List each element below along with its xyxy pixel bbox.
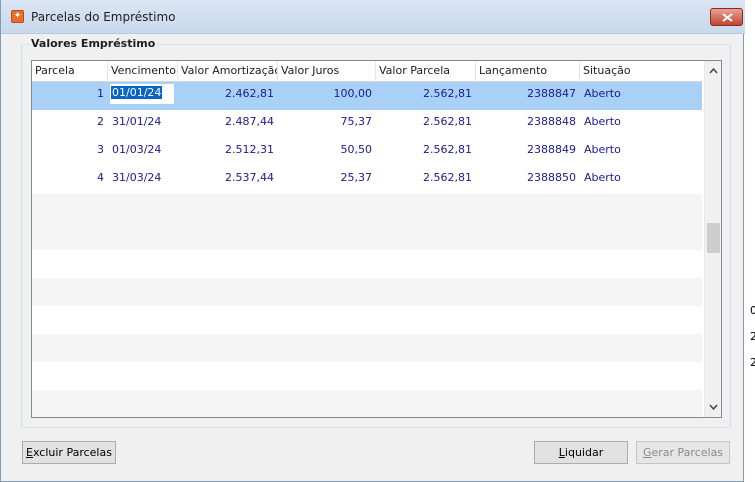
delete-installments-button[interactable]: Excluir Parcelas — [22, 441, 116, 464]
empty-row — [32, 306, 702, 334]
cell-situacao: Aberto — [584, 87, 621, 100]
date-editor[interactable]: 01/01/24 — [110, 84, 174, 104]
background-text: 0 — [750, 304, 755, 317]
cell-amortizacao: 2.487,44 — [225, 115, 274, 128]
cell-vencimento: 31/03/24 — [112, 171, 162, 184]
table-row[interactable]: 4 31/03/24 2.537,44 25,37 2.562,81 23888… — [32, 166, 702, 194]
cell-vencimento: 01/01/24 — [111, 86, 163, 99]
cell-juros: 25,37 — [340, 171, 373, 184]
empty-row — [32, 334, 702, 362]
table-row[interactable]: 1 01/01/24 2.462,81 100,00 2.562,81 2388… — [32, 82, 702, 110]
cell-juros: 75,37 — [340, 115, 373, 128]
cell-lancamento: 2388849 — [527, 143, 576, 156]
window-title: Parcelas do Empréstimo — [31, 10, 176, 24]
title-bar[interactable]: ✦ Parcelas do Empréstimo — [1, 0, 745, 34]
settle-button[interactable]: Liquidar — [534, 441, 628, 464]
cell-vencimento: 01/03/24 — [112, 143, 162, 156]
column-header-valor-juros[interactable]: Valor Juros — [278, 61, 376, 82]
accelerator-key: E — [26, 446, 33, 459]
column-header-vencimento[interactable]: Vencimento — [108, 61, 178, 82]
loan-installments-window: ✦ Parcelas do Empréstimo Valores Emprést… — [0, 0, 745, 482]
close-icon — [722, 13, 733, 22]
button-label: xcluir Parcelas — [32, 446, 112, 459]
scroll-up-button[interactable] — [705, 61, 721, 81]
cell-vencimento: 31/01/24 — [112, 115, 162, 128]
column-header-parcela[interactable]: Parcela — [32, 61, 108, 82]
close-button[interactable] — [710, 8, 743, 26]
group-label: Valores Empréstimo — [29, 37, 158, 50]
cell-valor-parcela: 2.562,81 — [423, 171, 472, 184]
column-header-valor-parcela[interactable]: Valor Parcela — [376, 61, 476, 82]
cell-valor-parcela: 2.562,81 — [423, 87, 472, 100]
chevron-up-icon — [709, 67, 718, 74]
cell-lancamento: 2388850 — [527, 171, 576, 184]
background-text: 2 — [750, 356, 755, 369]
empty-row — [32, 390, 702, 417]
app-icon: ✦ — [11, 10, 24, 23]
column-header-lancamento[interactable]: Lançamento — [476, 61, 580, 82]
table-row[interactable]: 3 01/03/24 2.512,31 50,50 2.562,81 23888… — [32, 138, 702, 166]
empty-row — [32, 250, 702, 278]
cell-situacao: Aberto — [584, 143, 621, 156]
empty-row — [32, 194, 702, 222]
column-header-valor-amortizacao[interactable]: Valor Amortização — [178, 61, 278, 82]
cell-parcela: 4 — [97, 171, 104, 184]
cell-parcela: 3 — [97, 143, 104, 156]
cell-parcela: 2 — [97, 115, 104, 128]
cell-amortizacao: 2.512,31 — [225, 143, 274, 156]
scroll-down-button[interactable] — [705, 397, 721, 417]
empty-row — [32, 362, 702, 390]
button-label: erar Parcelas — [651, 446, 724, 459]
cell-amortizacao: 2.537,44 — [225, 171, 274, 184]
vertical-scrollbar[interactable] — [704, 61, 721, 417]
button-label: iquidar — [564, 446, 604, 459]
cell-situacao: Aberto — [584, 115, 621, 128]
grid-header: Parcela Vencimento Valor Amortização Val… — [32, 61, 702, 82]
cell-lancamento: 2388848 — [527, 115, 576, 128]
vencimento-edit-field[interactable]: 01/01/24 — [108, 82, 178, 110]
cell-valor-parcela: 2.562,81 — [423, 115, 472, 128]
cell-juros: 50,50 — [340, 143, 373, 156]
column-header-situacao[interactable]: Situação — [580, 61, 702, 82]
cell-juros: 100,00 — [333, 87, 373, 100]
empty-row — [32, 278, 702, 306]
cell-lancamento: 2388847 — [527, 87, 576, 100]
generate-installments-button[interactable]: Gerar Parcelas — [636, 441, 730, 464]
scrollbar-thumb[interactable] — [707, 223, 720, 253]
installments-grid[interactable]: Parcela Vencimento Valor Amortização Val… — [31, 60, 722, 418]
cell-valor-parcela: 2.562,81 — [423, 143, 472, 156]
cell-parcela: 1 — [97, 87, 104, 100]
table-row[interactable]: 2 31/01/24 2.487,44 75,37 2.562,81 23888… — [32, 110, 702, 138]
background-text: 2 — [750, 330, 755, 343]
cell-amortizacao: 2.462,81 — [225, 87, 274, 100]
chevron-down-icon — [709, 404, 718, 411]
empty-row — [32, 222, 702, 250]
cell-situacao: Aberto — [584, 171, 621, 184]
